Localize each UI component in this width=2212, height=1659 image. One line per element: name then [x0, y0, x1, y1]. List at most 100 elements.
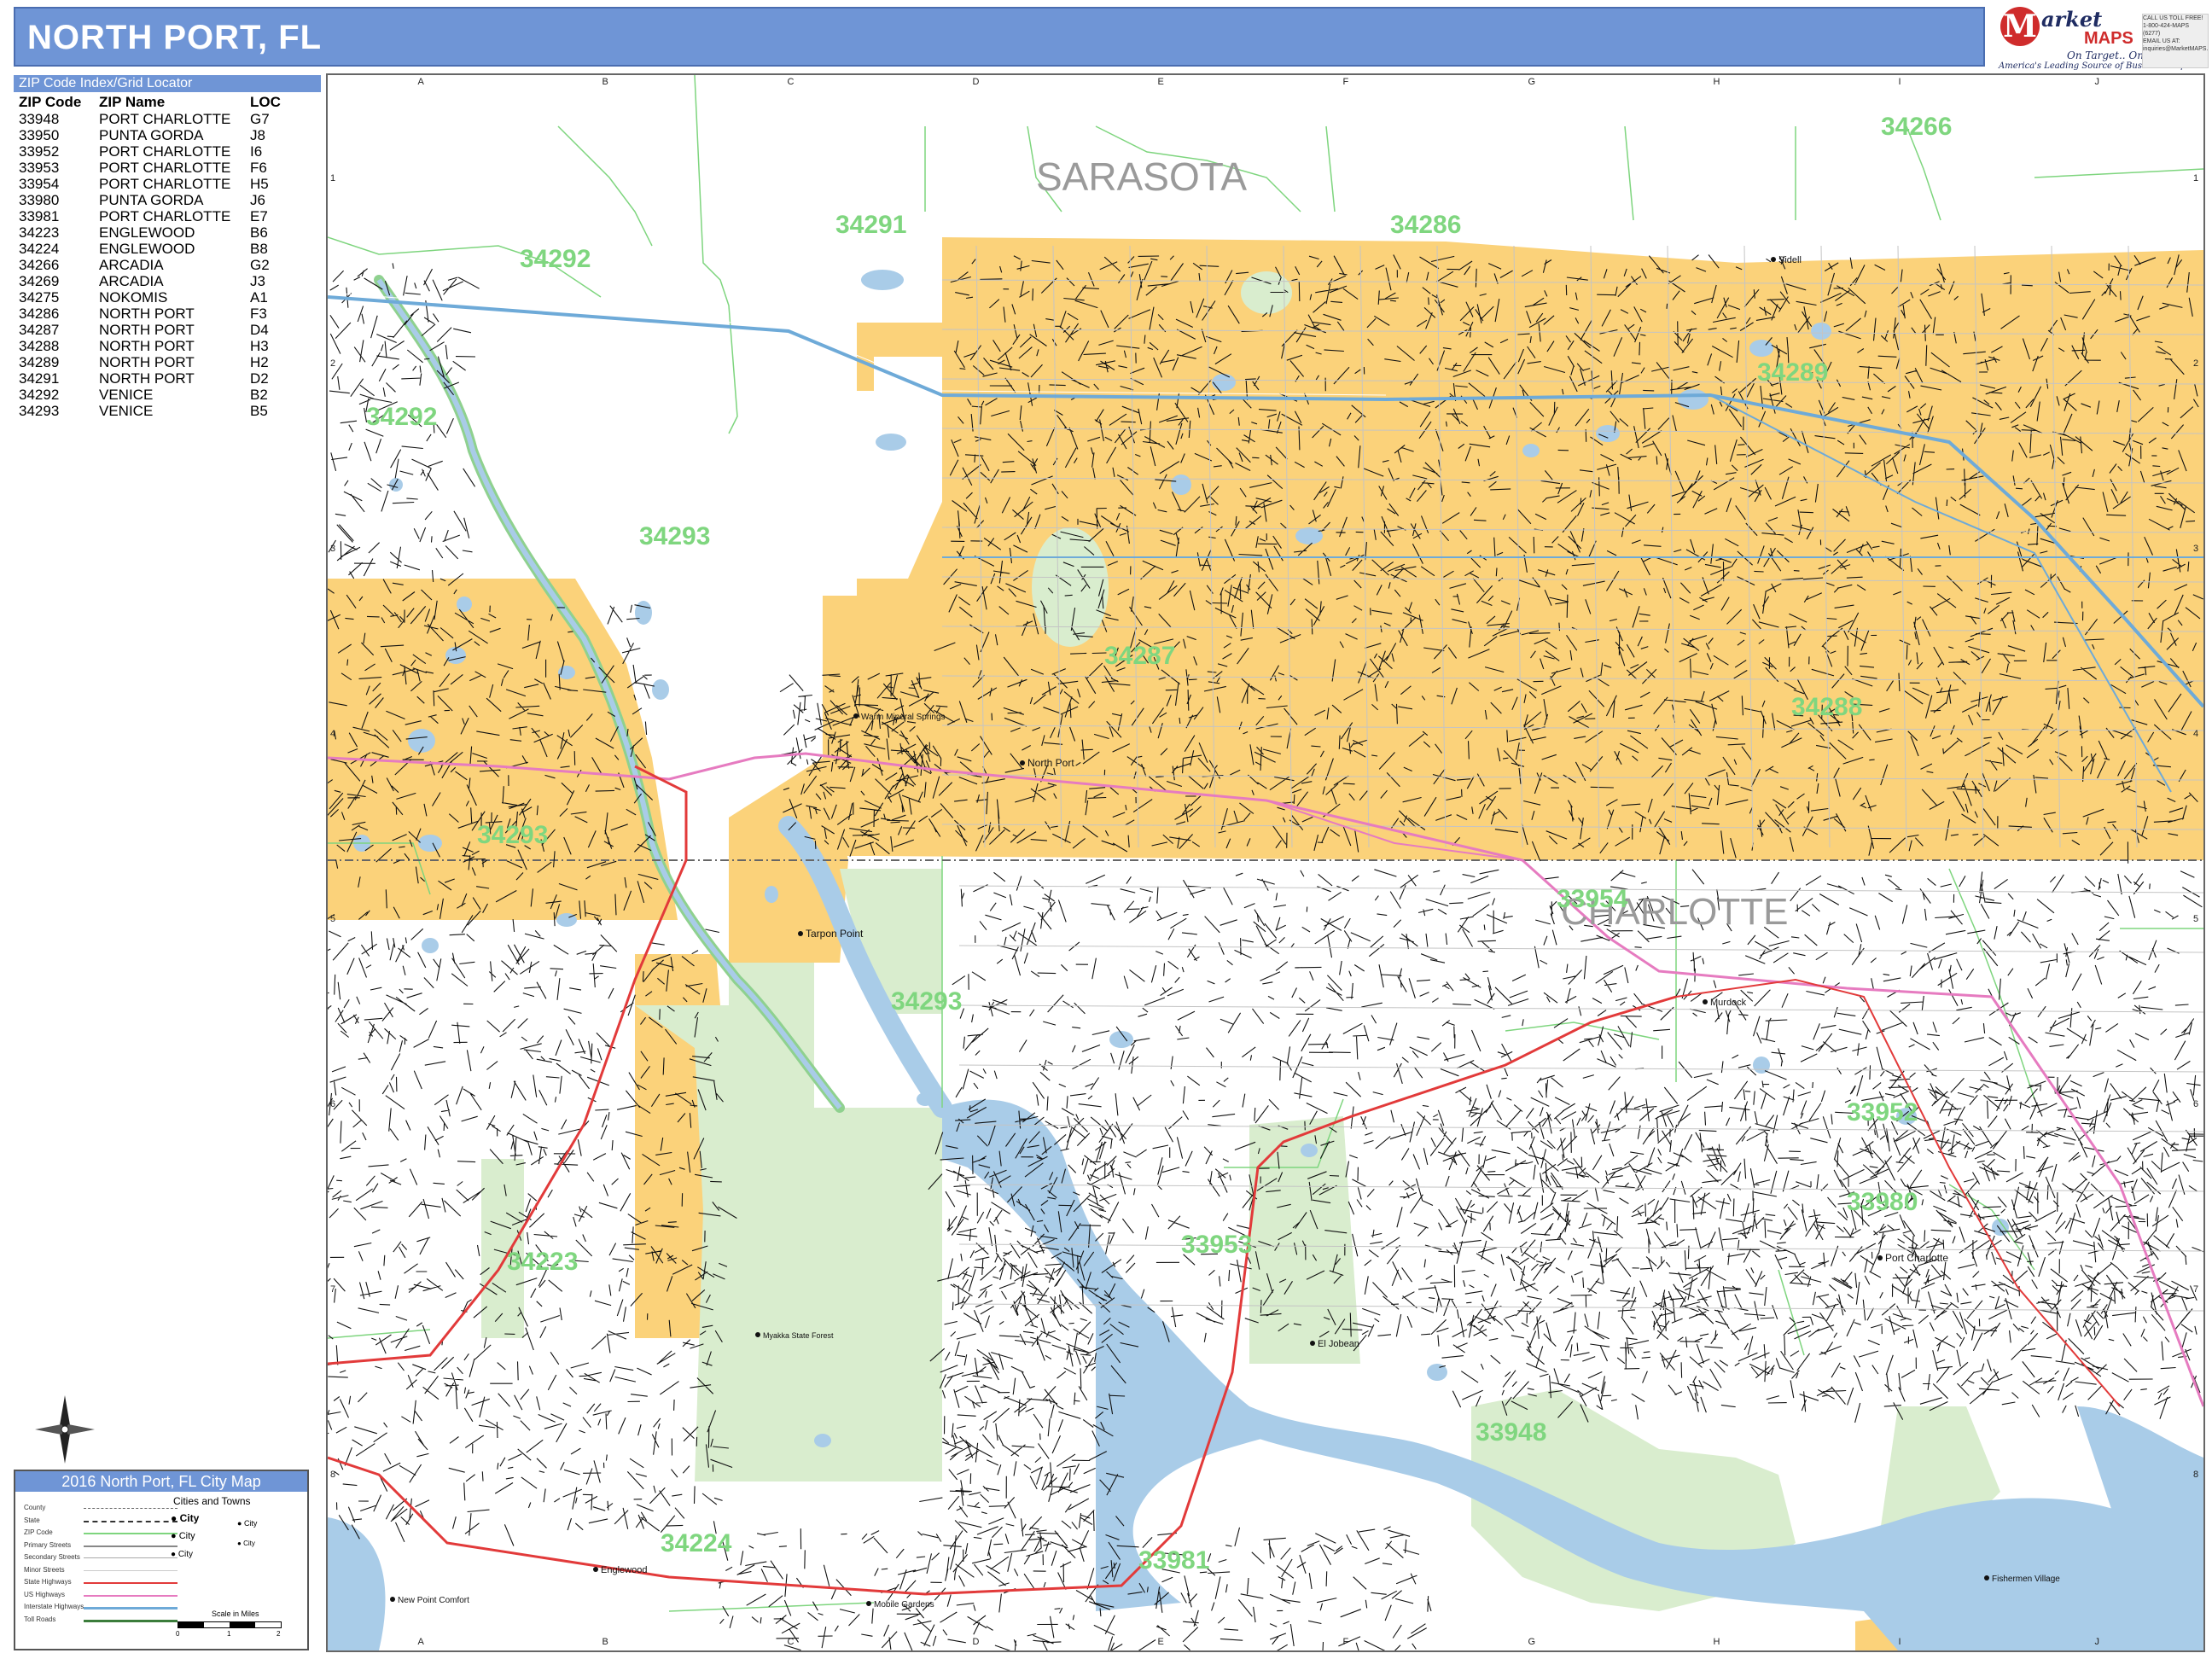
grid-row-label: 1 — [2193, 173, 2199, 183]
grid-column-label: I — [1898, 1637, 1901, 1647]
lake — [814, 1434, 831, 1447]
zip-name-cell: VENICE — [99, 387, 154, 403]
grid-column-label: A — [417, 1637, 424, 1647]
zip-code-cell: 33953 — [19, 160, 60, 176]
street-network — [1429, 1081, 2203, 1423]
lake — [457, 597, 472, 612]
legend-item-label: Toll Roads — [24, 1615, 56, 1623]
legend-title: 2016 North Port, FL City Map — [15, 1471, 307, 1492]
contact-box: CALL US TOLL FREE! 1-800-424-MAPS (6277)… — [2142, 14, 2209, 68]
loc-cell: B6 — [250, 224, 268, 241]
zip-code-cell: 33950 — [19, 127, 60, 143]
zip-code-cell: 34224 — [19, 241, 60, 257]
title-bar: NORTH PORT, FL — [14, 7, 1985, 67]
place-label: Fishermen Village — [1992, 1575, 2060, 1584]
legend-item-label: County — [24, 1504, 46, 1511]
zip-name-cell: NORTH PORT — [99, 354, 195, 370]
legend-city-symbol: ● City — [171, 1512, 200, 1524]
lake — [861, 270, 904, 290]
zip-name-cell: NORTH PORT — [99, 370, 195, 387]
loc-cell: G2 — [250, 257, 270, 273]
zip-name-cell: PUNTA GORDA — [99, 127, 204, 143]
zip-name-cell: PORT CHARLOTTE — [99, 143, 231, 160]
compass-rose-icon — [35, 1395, 95, 1464]
place-marker — [1877, 1255, 1883, 1260]
place-marker — [1310, 1341, 1315, 1346]
place-marker — [1703, 999, 1708, 1004]
grid-column-label: H — [1713, 77, 1720, 87]
zip-name-cell: PORT CHARLOTTE — [99, 160, 231, 176]
zip-table-row: 34291 NORTH PORT D2 — [14, 370, 286, 387]
grid-row-label: 8 — [2193, 1469, 2199, 1480]
zip-boundary-line — [1325, 125, 1336, 212]
map-area[interactable]: SARASOTA CHARLOTTE 34266 34286 34291 34292 342… — [326, 73, 2205, 1652]
zip-code-cell: 34223 — [19, 224, 60, 241]
zip-code-cell: 34292 — [19, 387, 60, 403]
zip-code-cell: 34286 — [19, 306, 60, 322]
zip-table-header-row: ZIP Code ZIP Name LOC — [14, 94, 286, 111]
legend-item-label: State Highways — [24, 1578, 72, 1586]
grid-column-label: F — [1342, 1637, 1349, 1647]
loc-cell: D4 — [250, 322, 269, 338]
loc-cell: J3 — [250, 273, 265, 289]
legend-line-sample — [84, 1545, 178, 1547]
zip-code-label: 34293 — [891, 987, 962, 1016]
zip-code-label: 34286 — [1390, 211, 1461, 239]
zip-boundary-line — [1948, 868, 2035, 1100]
zip-name-col-header: ZIP Name — [99, 94, 166, 110]
legend-city-symbol: ● City — [237, 1540, 255, 1547]
loc-cell: I6 — [250, 143, 263, 160]
grid-row-label: 2 — [2193, 358, 2199, 369]
loc-cell: J6 — [250, 192, 265, 208]
lake — [418, 835, 442, 852]
zip-col-header: ZIP Code — [19, 94, 82, 110]
grid-column-label: D — [972, 1637, 980, 1647]
zip-table-row: 34224 ENGLEWOOD B8 — [14, 241, 286, 257]
scale-tick: 2 — [276, 1630, 281, 1638]
map-canvas[interactable]: SARASOTACHARLOTTE34266342863429134292342… — [328, 75, 2203, 1650]
zip-code-cell: 34293 — [19, 403, 60, 419]
zip-code-label: 33954 — [1557, 885, 1628, 913]
place-label: Warm Mineral Springs — [861, 713, 946, 722]
legend-line-sample — [84, 1582, 178, 1584]
legend-item-label: Primary Streets — [24, 1540, 72, 1549]
zip-name-cell: PORT CHARLOTTE — [99, 176, 231, 192]
place-label: Murdock — [1710, 998, 1747, 1008]
lake — [422, 938, 439, 953]
place-marker — [798, 931, 803, 936]
lake — [1596, 425, 1620, 442]
zip-table-row: 34292 VENICE B2 — [14, 387, 286, 403]
legend-city-symbol: ● City — [171, 1531, 195, 1541]
zip-table-row: 33980 PUNTA GORDA J6 — [14, 192, 286, 208]
map-title: NORTH PORT, FL — [27, 19, 323, 56]
place-marker — [755, 1332, 760, 1337]
zip-code-cell: 34275 — [19, 289, 60, 306]
logo-mark: M — [2000, 7, 2040, 46]
place-label: New Point Comfort — [398, 1596, 469, 1605]
zip-table-row: 34269 ARCADIA J3 — [14, 273, 286, 289]
loc-col-header: LOC — [250, 94, 281, 110]
grid-column-label: B — [602, 1637, 608, 1647]
lake — [1811, 323, 1831, 340]
grid-column-label: F — [1342, 77, 1349, 87]
legend-item-label: US Highways — [24, 1590, 66, 1598]
zip-index-header: ZIP Code Index/Grid Locator — [14, 75, 321, 92]
park-area — [1032, 527, 1109, 647]
grid-column-label: D — [972, 77, 980, 87]
legend-city-label: City — [243, 1519, 258, 1528]
zip-index-table: ZIP Code ZIP Name LOC 33948 PORT CHARLOTT… — [14, 94, 286, 419]
zip-code-cell: 34288 — [19, 338, 60, 354]
loc-cell: F6 — [250, 160, 267, 176]
place-marker — [390, 1597, 395, 1602]
lake — [1212, 374, 1236, 391]
zip-table-row: 34275 NOKOMIS A1 — [14, 289, 286, 306]
legend-item-label: Secondary Streets — [24, 1553, 80, 1561]
zip-table-row: 34223 ENGLEWOOD B6 — [14, 224, 286, 241]
legend-line-sample — [84, 1607, 178, 1610]
scale-title: Scale in Miles — [212, 1610, 259, 1618]
grid-column-label: G — [1528, 77, 1536, 87]
zip-boundary-line — [1624, 125, 1634, 221]
lake — [558, 666, 575, 679]
lake — [1749, 340, 1773, 357]
zip-table-body: 33948 PORT CHARLOTTE G7 33950 PUNTA GORDA J8 3… — [14, 111, 286, 419]
